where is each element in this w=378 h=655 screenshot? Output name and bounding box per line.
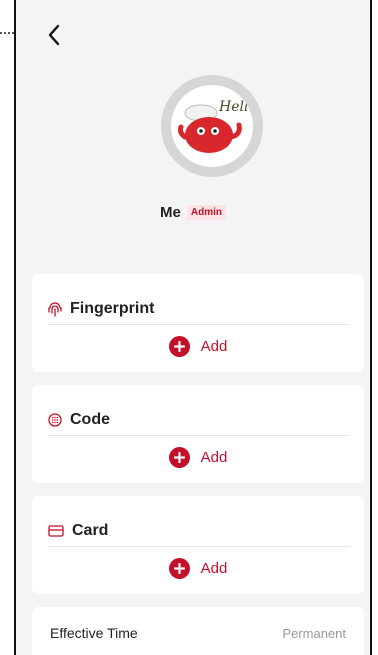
avatar-image: Hello bbox=[171, 85, 253, 167]
effective-time-value: Permanent bbox=[282, 625, 346, 641]
back-button[interactable] bbox=[42, 22, 66, 48]
fingerprint-header: Fingerprint bbox=[48, 294, 350, 325]
effective-time-row[interactable]: Effective Time Permanent bbox=[32, 607, 364, 655]
screen: Hello Me Admin Fingerprint bbox=[14, 0, 372, 655]
card-title: Card bbox=[72, 522, 109, 539]
add-card-label: Add bbox=[200, 560, 228, 577]
fingerprint-title: Fingerprint bbox=[70, 300, 155, 317]
avatar-illustration: Hello bbox=[178, 99, 253, 153]
add-fingerprint-button[interactable]: Add bbox=[32, 336, 364, 357]
plus-icon bbox=[168, 336, 190, 357]
plus-icon bbox=[168, 558, 190, 579]
add-code-label: Add bbox=[200, 449, 228, 466]
avatar-caption: Hello bbox=[218, 99, 253, 115]
card-section: Card Add bbox=[32, 496, 364, 594]
role-badge: Admin bbox=[186, 205, 226, 220]
avatar[interactable]: Hello bbox=[161, 75, 263, 177]
add-code-button[interactable]: Add bbox=[32, 447, 364, 468]
card-icon bbox=[48, 525, 64, 537]
fingerprint-section: Fingerprint Add bbox=[32, 274, 364, 372]
card-header: Card bbox=[48, 516, 350, 547]
user-name: Me bbox=[160, 204, 181, 221]
add-fingerprint-label: Add bbox=[200, 338, 228, 355]
keypad-icon bbox=[48, 413, 62, 427]
chevron-left-icon bbox=[48, 24, 60, 46]
effective-time-label: Effective Time bbox=[50, 625, 138, 641]
add-card-button[interactable]: Add bbox=[32, 558, 364, 579]
code-section: Code Add bbox=[32, 385, 364, 483]
code-header: Code bbox=[48, 405, 350, 436]
user-identity: Me Admin bbox=[16, 204, 370, 221]
plus-icon bbox=[168, 447, 190, 468]
effective-time-content: Effective Time Permanent bbox=[50, 625, 346, 641]
fingerprint-icon bbox=[48, 302, 62, 317]
code-title: Code bbox=[70, 411, 110, 428]
